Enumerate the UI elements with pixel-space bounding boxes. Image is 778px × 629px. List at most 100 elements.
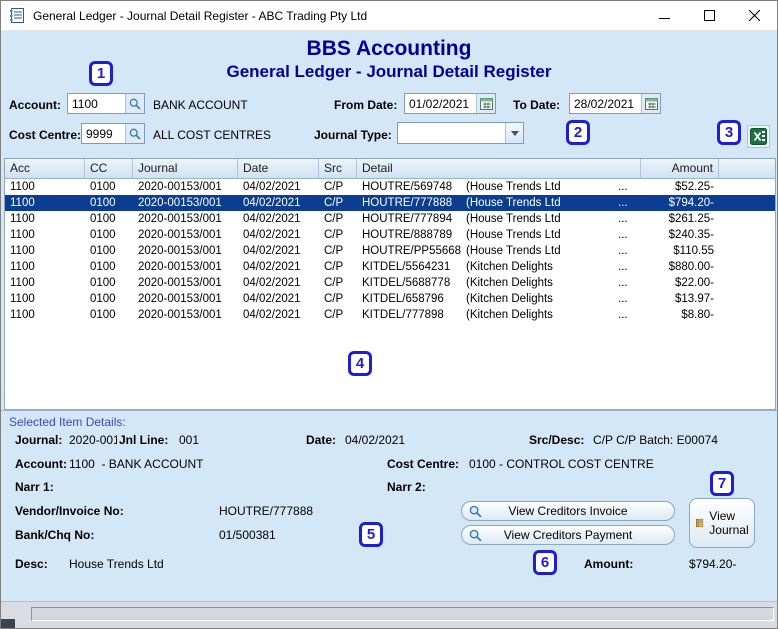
journal-table: Acc CC Journal Date Src Detail Amount 11… bbox=[4, 158, 776, 410]
cell-detail-name: (House Trends Ltd bbox=[466, 245, 561, 257]
detail-amount-label: Amount: bbox=[584, 557, 634, 571]
cell-ellipsis: ... bbox=[618, 293, 628, 305]
journal-type-label: Journal Type: bbox=[314, 128, 392, 142]
cell-date: 04/02/2021 bbox=[243, 181, 301, 193]
maximize-icon bbox=[704, 10, 715, 21]
cell-cc: 0100 bbox=[90, 229, 116, 241]
from-date-input[interactable]: 01/02/2021 bbox=[404, 93, 496, 114]
view-creditors-payment-label: View Creditors Payment bbox=[503, 528, 633, 542]
status-panel bbox=[31, 607, 774, 621]
view-creditors-invoice-label: View Creditors Invoice bbox=[508, 504, 628, 518]
export-excel-button[interactable] bbox=[747, 125, 770, 148]
annotation-4: 4 bbox=[348, 351, 372, 376]
cell-ellipsis: ... bbox=[618, 261, 628, 273]
account-lookup-button[interactable] bbox=[125, 94, 144, 113]
selected-item-details-panel: Selected Item Details: Journal: 2020-001… bbox=[1, 410, 777, 603]
cell-acc: 1100 bbox=[10, 197, 35, 209]
annotation-7: 7 bbox=[710, 471, 734, 496]
view-journal-button[interactable]: View Journal bbox=[689, 498, 755, 548]
table-row[interactable]: 1100 0100 2020-00153/001 04/02/2021 C/P … bbox=[5, 275, 775, 291]
column-header-src: Src bbox=[319, 159, 357, 178]
cell-cc: 0100 bbox=[90, 181, 116, 193]
status-bar bbox=[1, 601, 777, 628]
table-row[interactable]: 1100 0100 2020-00153/001 04/02/2021 C/P … bbox=[5, 179, 775, 195]
view-journal-label: View Journal bbox=[709, 508, 749, 537]
cell-acc: 1100 bbox=[10, 309, 35, 321]
calendar-icon bbox=[644, 98, 658, 110]
cell-detail-name: (House Trends Ltd bbox=[466, 181, 561, 193]
cell-cc: 0100 bbox=[90, 277, 116, 289]
from-date-calendar-button[interactable] bbox=[476, 94, 495, 113]
view-creditors-invoice-button[interactable]: View Creditors Invoice bbox=[461, 501, 675, 521]
table-row[interactable]: 1100 0100 2020-00153/001 04/02/2021 C/P … bbox=[5, 243, 775, 259]
cell-detail-ref: KITDEL/5688778 bbox=[362, 277, 451, 289]
close-button[interactable] bbox=[732, 1, 777, 30]
app-window: General Ledger - Journal Detail Register… bbox=[0, 0, 778, 629]
view-creditors-payment-button[interactable]: View Creditors Payment bbox=[461, 525, 675, 545]
minimize-button[interactable] bbox=[642, 1, 687, 30]
detail-src-desc-value: C/P C/P Batch: E00074 bbox=[593, 433, 718, 447]
cell-date: 04/02/2021 bbox=[243, 293, 301, 305]
cell-cc: 0100 bbox=[90, 293, 116, 305]
cell-detail-ref: HOUTRE/569748 bbox=[362, 181, 453, 193]
cell-amount: $880.00- bbox=[668, 261, 714, 273]
app-title: BBS Accounting bbox=[306, 37, 472, 60]
cell-detail-name: (Kitchen Delights bbox=[466, 309, 553, 321]
excel-icon bbox=[750, 128, 767, 145]
maximize-button[interactable] bbox=[687, 1, 732, 30]
column-header-cc: CC bbox=[85, 159, 133, 178]
cell-journal: 2020-00153/001 bbox=[138, 213, 222, 225]
cell-acc: 1100 bbox=[10, 181, 35, 193]
cell-detail-ref: HOUTRE/PP5566879 bbox=[362, 245, 461, 257]
table-row[interactable]: 1100 0100 2020-00153/001 04/02/2021 C/P … bbox=[5, 307, 775, 323]
cost-centre-input[interactable]: 9999 bbox=[81, 123, 145, 144]
table-row[interactable]: 1100 0100 2020-00153/001 04/02/2021 C/P … bbox=[5, 291, 775, 307]
account-input[interactable]: 1100 bbox=[67, 93, 145, 114]
cell-journal: 2020-00153/001 bbox=[138, 293, 222, 305]
cell-cc: 0100 bbox=[90, 309, 116, 321]
app-icon bbox=[10, 8, 24, 23]
from-date-value: 01/02/2021 bbox=[409, 96, 470, 111]
journal-type-select[interactable] bbox=[397, 122, 524, 144]
detail-bank-chq-value: 01/500381 bbox=[219, 528, 276, 542]
cell-date: 04/02/2021 bbox=[243, 309, 301, 321]
to-date-calendar-button[interactable] bbox=[641, 94, 660, 113]
journal-type-dropdown-button[interactable] bbox=[505, 123, 523, 143]
annotation-6: 6 bbox=[533, 550, 557, 575]
table-row[interactable]: 1100 0100 2020-00153/001 04/02/2021 C/P … bbox=[5, 227, 775, 243]
cell-cc: 0100 bbox=[90, 197, 116, 209]
table-row[interactable]: 1100 0100 2020-00153/001 04/02/2021 C/P … bbox=[5, 211, 775, 227]
detail-vendor-invoice-label: Vendor/Invoice No: bbox=[15, 504, 124, 518]
annotation-1: 1 bbox=[89, 61, 113, 86]
to-date-input[interactable]: 28/02/2021 bbox=[569, 93, 661, 114]
cell-date: 04/02/2021 bbox=[243, 261, 301, 273]
cell-amount: $22.00- bbox=[674, 277, 714, 289]
cost-centre-lookup-button[interactable] bbox=[125, 124, 144, 143]
cell-amount: $8.80- bbox=[681, 309, 714, 321]
page-title: General Ledger - Journal Detail Register bbox=[226, 62, 552, 81]
column-header-filler bbox=[719, 159, 775, 178]
account-label: Account: bbox=[9, 98, 61, 112]
table-row[interactable]: 1100 0100 2020-00153/001 04/02/2021 C/P … bbox=[5, 259, 775, 275]
cell-ellipsis: ... bbox=[618, 245, 628, 257]
cell-acc: 1100 bbox=[10, 277, 35, 289]
cell-amount: $110.55 bbox=[673, 245, 714, 257]
cell-cc: 0100 bbox=[90, 245, 116, 257]
detail-date-label: Date: bbox=[306, 433, 337, 447]
to-date-value: 28/02/2021 bbox=[574, 96, 635, 111]
detail-desc-value: House Trends Ltd bbox=[69, 557, 164, 571]
table-row[interactable]: 1100 0100 2020-00153/001 04/02/2021 C/P … bbox=[5, 195, 775, 211]
cell-src: C/P bbox=[324, 277, 344, 289]
cell-detail-name: (House Trends Ltd bbox=[466, 229, 561, 241]
minimize-icon bbox=[659, 18, 670, 19]
taskbar-fragment bbox=[1, 619, 15, 628]
cell-ellipsis: ... bbox=[618, 277, 628, 289]
cell-acc: 1100 bbox=[10, 261, 35, 273]
detail-date-value: 04/02/2021 bbox=[345, 433, 406, 447]
cell-acc: 1100 bbox=[10, 245, 35, 257]
cell-src: C/P bbox=[324, 293, 344, 305]
detail-cost-centre-label: Cost Centre: bbox=[387, 457, 460, 471]
detail-amount-value: $794.20- bbox=[689, 557, 737, 571]
cell-detail-ref: KITDEL/658796 bbox=[362, 293, 444, 305]
cell-amount: $261.25- bbox=[668, 213, 714, 225]
